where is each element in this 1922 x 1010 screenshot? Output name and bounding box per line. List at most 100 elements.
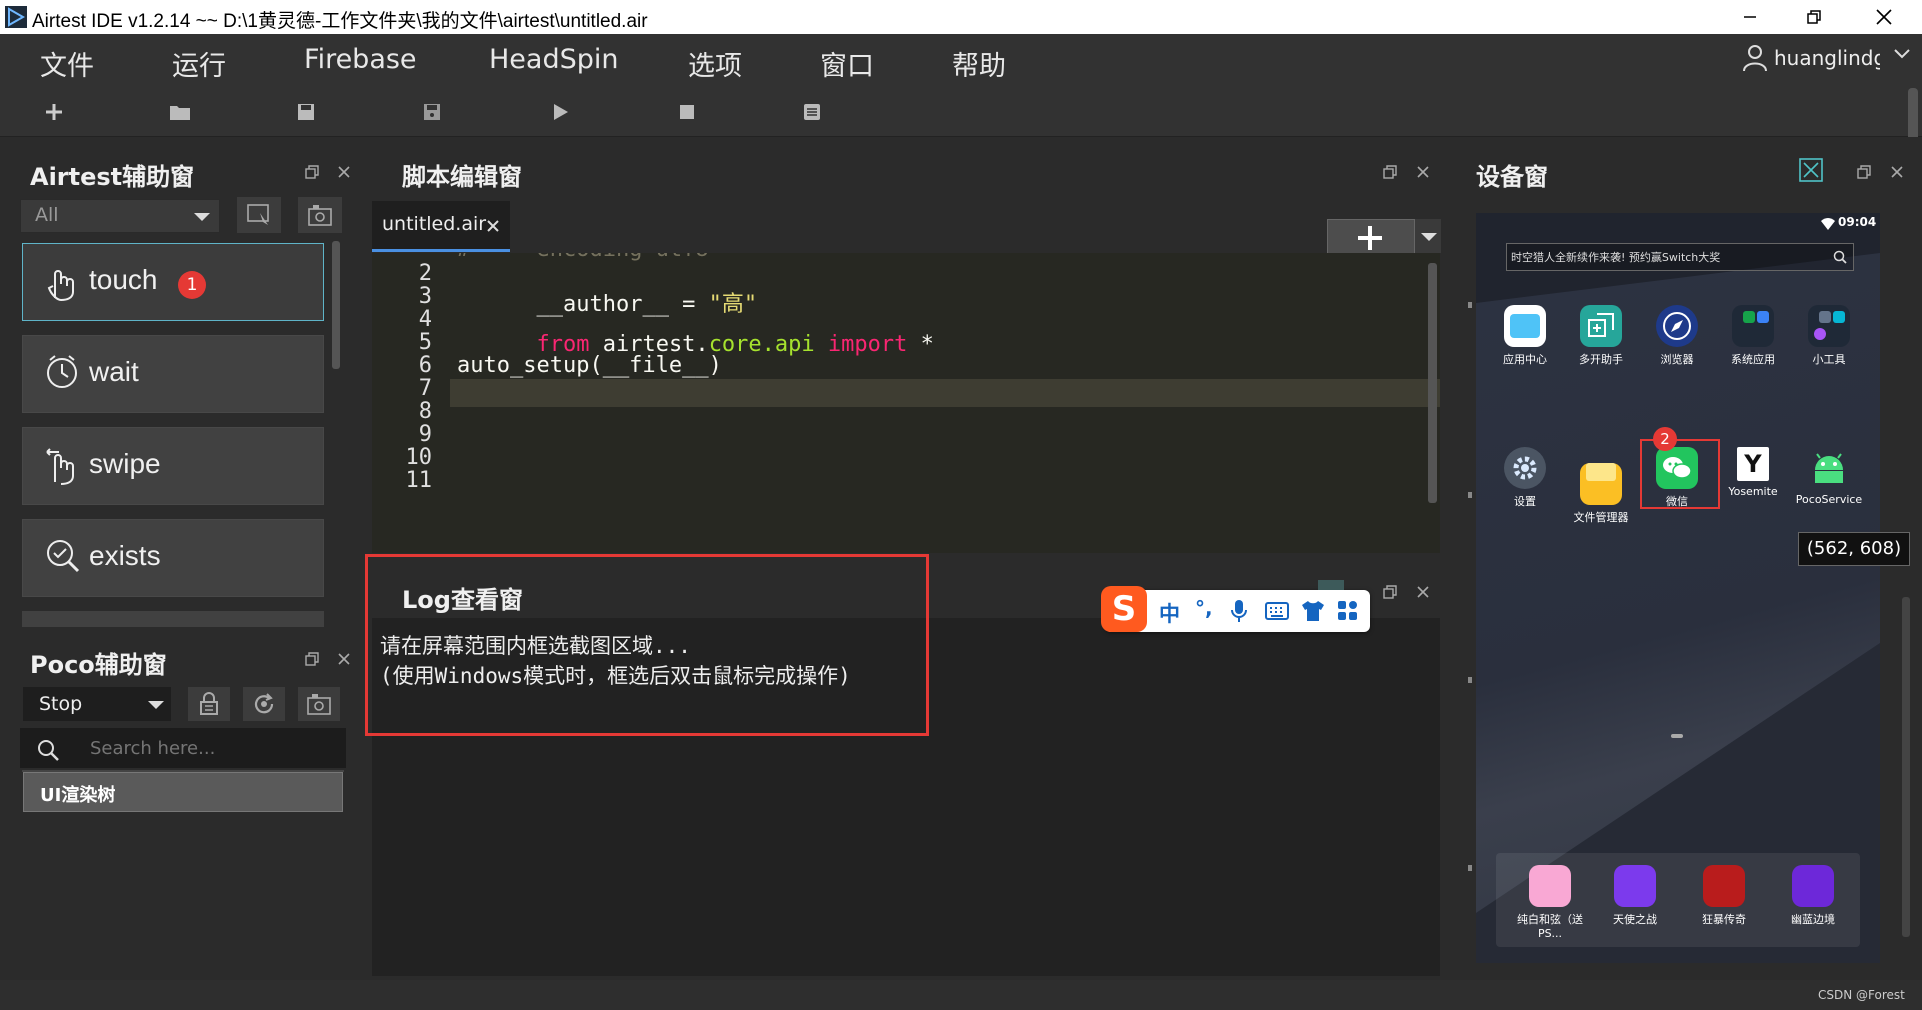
ime-language-toggle[interactable]: 中 (1159, 598, 1180, 628)
folder-icon (1580, 463, 1622, 505)
float-icon (1383, 165, 1397, 179)
tree-root-label: UI渲染树 (40, 785, 116, 806)
panel-close-button[interactable] (333, 648, 355, 670)
ime-punctuation-toggle[interactable]: °, (1195, 596, 1213, 620)
refresh-button[interactable] (243, 687, 285, 721)
menu-file[interactable]: 文件 (40, 44, 94, 83)
keyboard-icon[interactable] (1265, 601, 1289, 621)
stop-icon (680, 105, 694, 119)
close-icon (1891, 166, 1903, 178)
poco-mode-select[interactable]: Stop (23, 687, 171, 721)
app-multi-open[interactable]: 多开助手 (1566, 305, 1636, 367)
app-label: 纯白和弦（送PS... (1517, 913, 1583, 940)
compass-icon (1656, 305, 1698, 347)
menu-help[interactable]: 帮助 (952, 44, 1006, 83)
tree-root-item[interactable]: UI渲染树 (23, 772, 343, 812)
float-button[interactable] (301, 161, 323, 183)
device-search-bar[interactable]: 时空猎人全新续作来袭! 预约赢Switch大奖 (1506, 243, 1854, 271)
code-editor[interactable]: # -*- encoding=utf8 -*- 2 3 4 5 6 7 8 9 … (372, 253, 1440, 553)
multi-open-icon (1580, 305, 1622, 347)
record-button[interactable] (298, 197, 342, 233)
line-number: 8 (418, 399, 432, 424)
line-number: 6 (418, 353, 432, 378)
action-exists[interactable]: exists (22, 519, 324, 597)
panel-close-button[interactable] (1412, 581, 1434, 603)
float-button[interactable] (1853, 161, 1875, 183)
menu-bar: 文件 运行 Firebase HeadSpin 选项 窗口 帮助 huangli… (0, 34, 1922, 88)
dock-app[interactable]: 纯白和弦（送PS... (1510, 865, 1590, 940)
menu-firebase[interactable]: Firebase (304, 44, 417, 75)
app-label: 狂暴传奇 (1702, 913, 1746, 926)
dock-app[interactable]: 天使之战 (1595, 865, 1675, 927)
float-button[interactable] (1379, 161, 1401, 183)
lock-button[interactable] (188, 687, 230, 721)
open-button[interactable] (163, 96, 197, 128)
user-name[interactable]: huanglindge (1774, 46, 1880, 70)
line-number: 10 (405, 445, 433, 470)
dock-app[interactable]: 狂暴传奇 (1684, 865, 1764, 927)
action-touch[interactable]: touch 1 (22, 243, 324, 321)
camera-icon (308, 205, 332, 226)
new-tab-button[interactable] (1327, 219, 1415, 255)
menu-run[interactable]: 运行 (172, 44, 226, 83)
toolbox-grid-icon[interactable] (1337, 600, 1359, 622)
menu-headspin[interactable]: HeadSpin (489, 44, 619, 75)
tools-folder-icon (1808, 305, 1850, 347)
action-swipe[interactable]: swipe (22, 427, 324, 505)
save-button[interactable] (289, 96, 323, 128)
app-poco-service[interactable]: PocoService (1794, 447, 1864, 506)
tab-list-button[interactable] (1415, 219, 1441, 253)
skin-shirt-icon[interactable] (1301, 600, 1325, 622)
poco-record-button[interactable] (298, 687, 340, 721)
stop-button[interactable] (670, 96, 704, 128)
sogou-logo-icon[interactable]: S (1101, 586, 1147, 632)
search-icon (38, 740, 59, 761)
close-window-button[interactable] (1852, 0, 1916, 34)
panel-close-button[interactable] (1412, 161, 1434, 183)
new-script-button[interactable] (37, 96, 71, 128)
action-list-scrollbar[interactable] (332, 241, 340, 369)
float-button[interactable] (1379, 581, 1401, 603)
app-label: 天使之战 (1613, 913, 1657, 926)
screenshot-select-button[interactable] (237, 197, 281, 233)
app-file-manager[interactable]: 文件管理器 (1566, 447, 1636, 525)
panel-close-button[interactable] (1886, 161, 1908, 183)
save-as-button[interactable] (415, 96, 449, 128)
airtest-filter-select[interactable]: All (20, 199, 220, 233)
editor-scrollbar[interactable] (1428, 263, 1437, 503)
device-scrollbar[interactable] (1902, 597, 1910, 937)
restore-button[interactable] (1782, 0, 1846, 34)
dock-app[interactable]: 幽蓝边境 (1773, 865, 1853, 927)
tab-untitled[interactable]: untitled.air (372, 201, 510, 252)
action-label: exists (89, 540, 161, 571)
poco-search-box[interactable] (20, 728, 346, 768)
device-screen[interactable]: 09:04 时空猎人全新续作来袭! 预约赢Switch大奖 应用中心 多开助手 … (1476, 213, 1880, 963)
app-yosemite[interactable]: Y Yosemite (1718, 447, 1788, 498)
poco-search-input[interactable] (88, 734, 332, 762)
app-system-apps[interactable]: 系统应用 (1718, 305, 1788, 367)
line-number: 3 (418, 284, 432, 309)
coordinate-tooltip: (562, 608) (1798, 532, 1910, 566)
log-tool-icon[interactable] (1318, 580, 1344, 590)
panel-close-button[interactable] (333, 161, 355, 183)
action-wait[interactable]: wait (22, 335, 324, 413)
close-tab-icon[interactable] (486, 219, 500, 233)
app-settings[interactable]: 设置 (1490, 447, 1560, 509)
microphone-icon[interactable] (1231, 599, 1247, 623)
minimize-button[interactable] (1718, 0, 1782, 34)
crop-select-icon (247, 204, 269, 225)
menu-options[interactable]: 选项 (688, 44, 742, 83)
float-button[interactable] (301, 648, 323, 670)
app-label: 幽蓝边境 (1791, 913, 1835, 926)
airtest-panel-title: Airtest辅助窗 (30, 163, 195, 191)
chevron-down-icon[interactable] (1893, 48, 1911, 60)
device-settings-icon[interactable] (1798, 157, 1824, 183)
close-icon (338, 653, 350, 665)
game-icon (1529, 865, 1571, 907)
app-tools[interactable]: 小工具 (1794, 305, 1864, 367)
run-button[interactable] (543, 96, 577, 128)
app-app-center[interactable]: 应用中心 (1490, 305, 1560, 367)
report-button[interactable] (795, 96, 829, 128)
app-browser[interactable]: 浏览器 (1642, 305, 1712, 367)
menu-window[interactable]: 窗口 (820, 44, 874, 83)
